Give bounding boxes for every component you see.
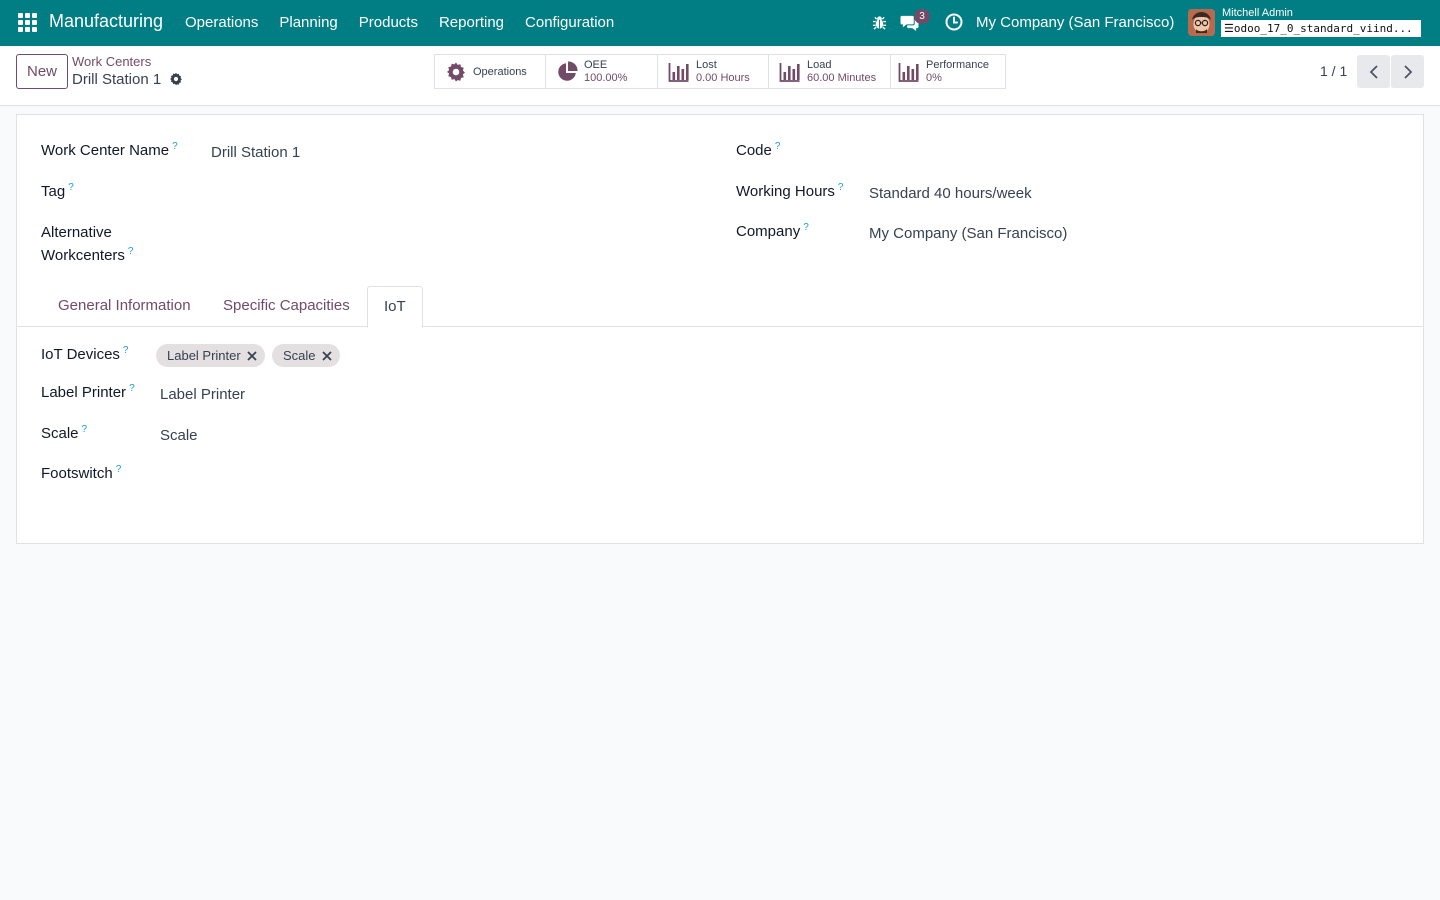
company-switcher[interactable]: My Company (San Francisco) (976, 14, 1174, 31)
lost-value: 0.00 Hours (696, 71, 750, 84)
tab-iot[interactable]: IoT (367, 286, 423, 328)
help-tooltip-icon[interactable]: ? (172, 141, 178, 152)
iot-device-tag-label: Label Printer (167, 348, 241, 363)
breadcrumb-work-centers[interactable]: Work Centers (72, 54, 151, 69)
menu-operations[interactable]: Operations (185, 14, 258, 31)
iot-device-tag: Label Printer (156, 344, 265, 367)
iot-device-tag: Scale (272, 344, 340, 367)
alternative-workcenters-label: Alternative Workcenters? (41, 221, 133, 269)
performance-label: Performance (926, 58, 989, 71)
oee-smart-button[interactable]: OEE 100.00% (546, 55, 658, 88)
code-label-text: Code (736, 142, 772, 159)
scale-label-text: Scale (41, 425, 79, 442)
load-label: Load (807, 58, 832, 71)
alternative-label-line1: Alternative (41, 224, 112, 241)
scale-field[interactable]: Scale (160, 427, 198, 444)
iot-device-tag-label: Scale (283, 348, 316, 363)
lost-label: Lost (696, 58, 717, 71)
form-sheet: Work Center Name? Drill Station 1 Tag? A… (16, 114, 1424, 544)
label-printer-label: Label Printer? (41, 383, 135, 401)
top-navbar: Manufacturing Operations Planning Produc… (0, 0, 1440, 46)
oee-value: 100.00% (584, 71, 628, 84)
new-button[interactable]: New (16, 54, 68, 89)
footswitch-label-text: Footswitch (41, 465, 113, 482)
working-hours-field[interactable]: Standard 40 hours/week (869, 185, 1032, 202)
footswitch-field[interactable] (160, 465, 460, 485)
help-tooltip-icon[interactable]: ? (775, 141, 781, 152)
alternative-workcenters-field[interactable] (211, 225, 691, 245)
control-panel: New Work Centers Drill Station 1 Operati… (0, 46, 1440, 106)
company-field[interactable]: My Company (San Francisco) (869, 225, 1067, 242)
menu-planning[interactable]: Planning (279, 14, 337, 31)
work-center-name-label-text: Work Center Name (41, 142, 170, 159)
help-tooltip-icon[interactable]: ? (838, 182, 844, 193)
pager-previous-button[interactable] (1357, 55, 1390, 88)
load-smart-button[interactable]: Load 60.00 Minutes (769, 55, 891, 88)
menu-configuration[interactable]: Configuration (525, 14, 614, 31)
load-value: 60.00 Minutes (807, 71, 877, 84)
alternative-label-line2: Workcenters (41, 247, 125, 264)
operations-smart-button[interactable]: Operations (435, 55, 546, 88)
menu-products[interactable]: Products (359, 14, 418, 31)
oee-label: OEE (584, 58, 608, 71)
company-label: Company? (736, 222, 809, 240)
iot-devices-label-text: IoT Devices (41, 346, 120, 363)
tab-specific-capacities[interactable]: Specific Capacities (207, 286, 366, 327)
pager-next-button[interactable] (1391, 55, 1424, 88)
close-icon[interactable] (247, 350, 257, 361)
footswitch-label: Footswitch? (41, 464, 122, 482)
iot-devices-label: IoT Devices? (41, 345, 129, 363)
user-name[interactable]: Mitchell Admin (1222, 7, 1293, 19)
operations-label: Operations (473, 65, 527, 78)
bug-icon[interactable] (872, 15, 887, 30)
label-printer-field[interactable]: Label Printer (160, 386, 245, 403)
help-tooltip-icon[interactable]: ? (68, 182, 74, 193)
smart-buttons: Operations OEE 100.00% Lost 0.00 Hours L… (434, 54, 1006, 89)
menu-reporting[interactable]: Reporting (439, 14, 504, 31)
close-icon[interactable] (321, 350, 332, 361)
apps-menu-icon[interactable] (18, 13, 37, 32)
user-avatar[interactable] (1188, 9, 1215, 36)
help-tooltip-icon[interactable]: ? (803, 222, 809, 233)
app-title[interactable]: Manufacturing (49, 11, 163, 32)
working-hours-label-text: Working Hours (736, 183, 835, 200)
chat-count-badge: 3 (914, 9, 930, 24)
pager-value[interactable]: 1 / 1 (1320, 63, 1347, 79)
tab-general-information[interactable]: General Information (42, 286, 207, 327)
gear-icon[interactable] (169, 72, 183, 86)
chevron-left-icon (1369, 64, 1378, 79)
bar-chart-icon (779, 62, 800, 82)
tag-label-text: Tag (41, 183, 66, 200)
bar-chart-icon (668, 62, 689, 82)
database-badge: ☰odoo_17_0_standard_viind... (1221, 20, 1421, 37)
performance-value: 0% (926, 71, 942, 84)
performance-smart-button[interactable]: Performance 0% (891, 55, 1005, 88)
database-name: odoo_17_0_standard_viind... (1233, 22, 1413, 35)
main-menu: Operations Planning Products Reporting C… (185, 14, 635, 31)
code-field[interactable] (869, 142, 1389, 162)
help-tooltip-icon[interactable]: ? (129, 383, 135, 394)
working-hours-label: Working Hours? (736, 182, 844, 200)
tag-label: Tag? (41, 182, 74, 200)
help-tooltip-icon[interactable]: ? (123, 345, 129, 356)
tag-field[interactable] (211, 183, 691, 203)
help-tooltip-icon[interactable]: ? (82, 424, 88, 435)
notebook-tabs: General Information Specific Capacities … (17, 286, 1423, 328)
label-printer-label-text: Label Printer (41, 384, 127, 401)
record-title: Drill Station 1 (72, 71, 162, 88)
lost-smart-button[interactable]: Lost 0.00 Hours (658, 55, 769, 88)
bar-chart-icon (898, 62, 919, 82)
work-center-name-field[interactable]: Drill Station 1 (211, 144, 300, 161)
help-tooltip-icon[interactable]: ? (116, 464, 122, 475)
database-icon: ☰ (1224, 22, 1234, 35)
pie-chart-icon (558, 60, 578, 81)
help-tooltip-icon[interactable]: ? (128, 246, 134, 257)
work-center-name-label: Work Center Name? (41, 141, 178, 159)
chevron-right-icon (1403, 64, 1412, 79)
code-label: Code? (736, 141, 781, 159)
clock-icon[interactable] (945, 13, 963, 31)
company-label-text: Company (736, 223, 801, 240)
gear-icon (447, 62, 465, 81)
scale-label: Scale? (41, 424, 88, 442)
